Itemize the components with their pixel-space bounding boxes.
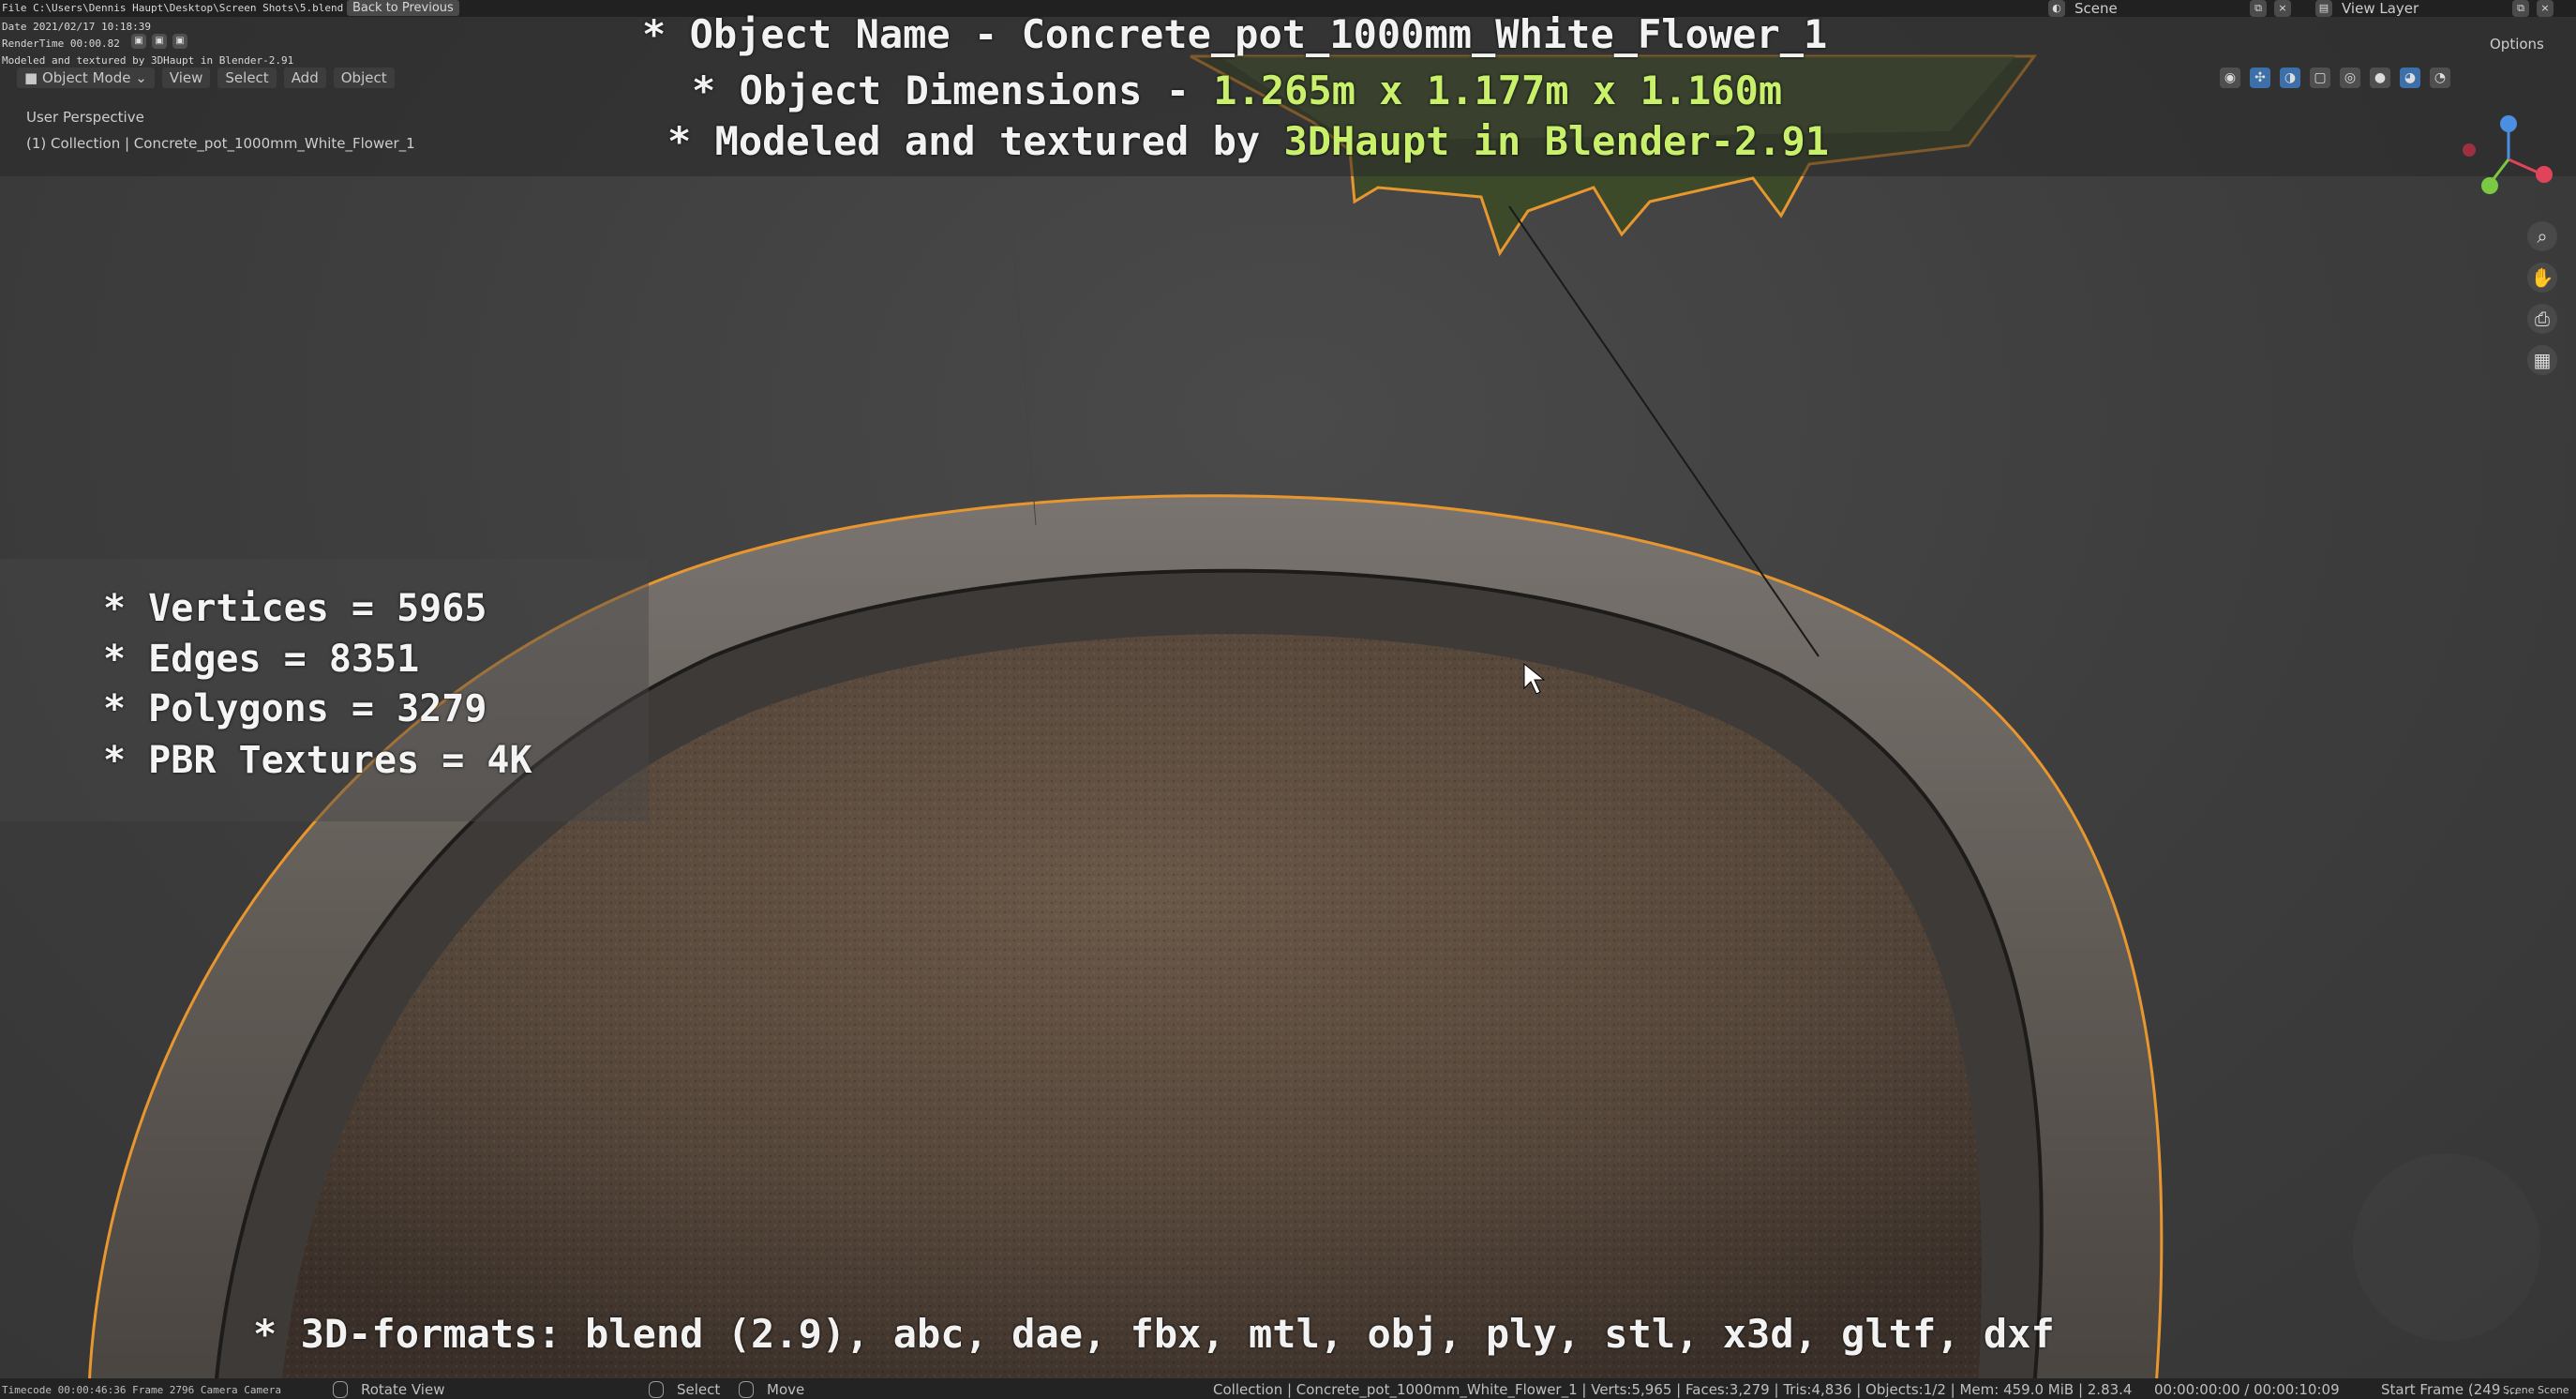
textures-stat: * PBR Textures = 4K — [103, 739, 532, 782]
render-icon[interactable]: ▣ — [131, 34, 146, 49]
status-bar: Timecode 00:00:46:36 Frame 2796 Camera C… — [0, 1378, 2576, 1399]
rendered-shading-icon[interactable]: ◔ — [2430, 68, 2450, 88]
options-dropdown[interactable]: Options — [2490, 36, 2544, 53]
chevron-down-icon: ⌄ — [130, 69, 147, 86]
mouse-select-icon — [649, 1381, 664, 1398]
add-menu[interactable]: Add — [283, 68, 326, 88]
camera-icon[interactable]: ⎙ — [2527, 304, 2557, 334]
object-mode-dropdown[interactable]: ■ Object Mode ⌄ — [17, 68, 155, 88]
close-icon[interactable]: × — [2274, 0, 2291, 17]
perspective-label: User Perspective — [26, 109, 144, 126]
credit-line: Modeled and textured by 3DHaupt in Blend… — [2, 54, 294, 67]
render-time: RenderTime 00:00.82 — [2, 38, 120, 50]
view-layer-buttons: ⧉ × — [2512, 0, 2554, 17]
view-menu[interactable]: View — [161, 68, 211, 88]
render-icon-3[interactable]: ▣ — [172, 34, 187, 49]
visibility-icon[interactable]: ◉ — [2220, 68, 2240, 88]
object-menu[interactable]: Object — [333, 68, 395, 88]
overlay-icon[interactable]: ◑ — [2280, 68, 2300, 88]
zoom-icon[interactable]: ⌕ — [2527, 221, 2557, 251]
render-toolbar: ▣ ▣ ▣ — [131, 34, 187, 49]
render-icon-2[interactable]: ▣ — [152, 34, 167, 49]
axis-gizmo-icon[interactable] — [2456, 111, 2569, 204]
scene-selector[interactable]: ◐ Scene — [2048, 0, 2118, 17]
object-dimensions-caption: * Object Dimensions - 1.265m x 1.177m x … — [692, 68, 1783, 113]
collection-label: (1) Collection | Concrete_pot_1000mm_Whi… — [26, 135, 415, 152]
view-layer-selector[interactable]: ▤ View Layer — [2315, 0, 2419, 17]
select-hint: Select — [677, 1381, 721, 1398]
close-layer-icon[interactable]: × — [2537, 0, 2554, 17]
wireframe-shading-icon[interactable]: ◎ — [2340, 68, 2360, 88]
copy-icon[interactable]: ⧉ — [2250, 0, 2267, 17]
file-path: File C:\Users\Dennis Haupt\Desktop\Scree… — [2, 2, 344, 14]
viewport-shading-toolbar: ◉ ✣ ◑ ▢ ◎ ● ◕ ◔ — [2220, 68, 2450, 88]
scene-label-right: Scene Scene — [2503, 1384, 2569, 1396]
select-menu[interactable]: Select — [217, 68, 277, 88]
polygons-stat: * Polygons = 3279 — [103, 687, 487, 730]
layers-icon: ▤ — [2315, 0, 2332, 17]
object-mode-icon: ■ — [24, 69, 42, 86]
vertices-stat: * Vertices = 5965 — [103, 587, 487, 630]
hand-pan-icon[interactable]: ✋ — [2527, 263, 2557, 293]
material-shading-icon[interactable]: ◕ — [2400, 68, 2420, 88]
rotate-view-hint: Rotate View — [361, 1381, 445, 1398]
date-line: Date 2021/02/17 10:18:39 — [2, 21, 151, 33]
back-to-previous-button[interactable]: Back to Previous — [347, 0, 459, 16]
navigation-buttons: ⌕ ✋ ⎙ ▦ — [2527, 221, 2557, 375]
object-name-caption: * Object Name - Concrete_pot_1000mm_Whit… — [642, 11, 1828, 57]
scene-buttons: ⧉ × — [2250, 0, 2291, 17]
mouse-rotate-icon — [333, 1381, 348, 1398]
scene-icon: ◐ — [2048, 0, 2065, 17]
modeled-by-caption: * Modeled and textured by 3DHaupt in Ble… — [667, 118, 1830, 164]
copy-layer-icon[interactable]: ⧉ — [2512, 0, 2529, 17]
solid-shading-icon[interactable]: ● — [2370, 68, 2390, 88]
formats-caption: * 3D-formats: blend (2.9), abc, dae, fbx… — [253, 1311, 2055, 1357]
mouse-move-icon — [739, 1381, 754, 1398]
gizmo-icon[interactable]: ✣ — [2250, 68, 2270, 88]
edges-stat: * Edges = 8351 — [103, 638, 420, 681]
scene-statistics: Collection | Concrete_pot_1000mm_White_F… — [1213, 1381, 2133, 1398]
xray-icon[interactable]: ▢ — [2310, 68, 2330, 88]
timecode-label: Timecode 00:00:46:36 Frame 2796 Camera C… — [2, 1384, 282, 1396]
move-hint: Move — [767, 1381, 805, 1398]
time-readout: 00:00:00:00 / 00:00:10:09 — [2154, 1381, 2340, 1398]
grid-icon[interactable]: ▦ — [2527, 345, 2557, 375]
viewport-menu-bar: ■ Object Mode ⌄ View Select Add Object — [17, 68, 395, 88]
start-frame-label: Start Frame (249 ... — [2381, 1381, 2519, 1398]
